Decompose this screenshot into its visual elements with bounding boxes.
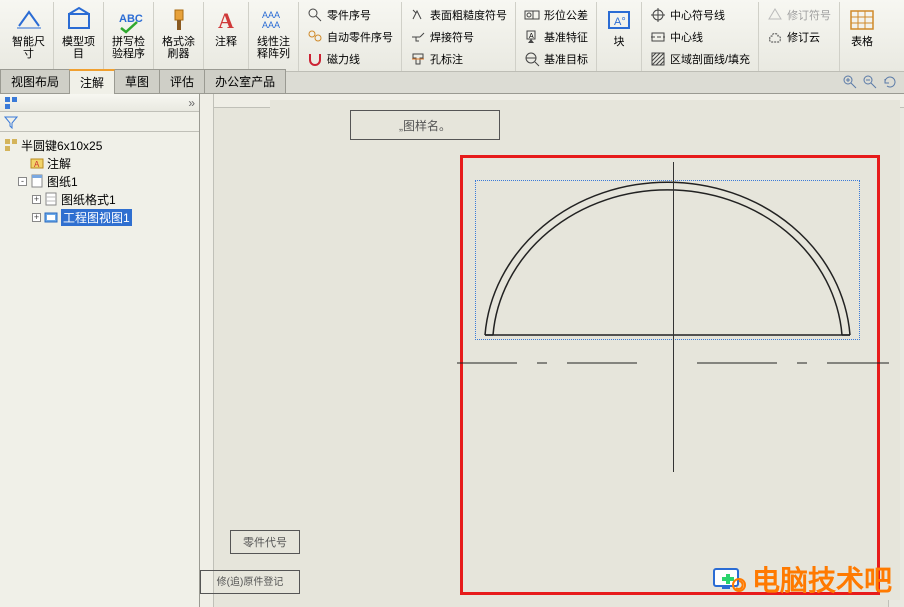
- revision-symbol-icon: [767, 7, 783, 23]
- magnet-icon: [307, 51, 323, 67]
- datum-icon: A: [524, 29, 540, 45]
- spell-check-icon: ABC: [115, 6, 143, 34]
- collapse-panel-icon[interactable]: »: [188, 96, 195, 110]
- svg-text:A°: A°: [614, 16, 626, 28]
- watermark-text: 电脑技术吧: [752, 559, 892, 599]
- expand-icon[interactable]: +: [32, 213, 41, 222]
- datum-feature-button[interactable]: A基准特征: [522, 27, 590, 47]
- centerline-button[interactable]: 中心线: [648, 27, 752, 47]
- main-area: » 半圆键6x10x25 A 注解 - 图纸1 + 图纸格式1: [0, 94, 904, 607]
- horizontal-centerline: [457, 362, 889, 364]
- svg-text:A: A: [34, 160, 40, 169]
- filter-icon: [4, 115, 18, 129]
- drawing-canvas[interactable]: „图样名。 零件代号 修(追)原件登记: [200, 94, 904, 607]
- auto-balloon-icon: [307, 29, 323, 45]
- tree-sheet1[interactable]: - 图纸1: [2, 172, 197, 190]
- surface-finish-button[interactable]: 表面粗糙度符号: [408, 5, 509, 25]
- refresh-icon[interactable]: [882, 74, 898, 90]
- revision-cloud-icon: [767, 29, 783, 45]
- svg-text:ABC: ABC: [119, 13, 143, 25]
- block-button[interactable]: A° 块: [601, 4, 637, 50]
- tree-drawing-view1[interactable]: + 工程图视图1: [2, 208, 197, 226]
- ribbon: 智能尺 寸 模型项 目 ABC 拼写检 验程序 格式涂 刷器 A 注释 AAAA…: [0, 0, 904, 72]
- format-painter-button[interactable]: 格式涂 刷器: [158, 4, 199, 62]
- zoom-in-icon[interactable]: [842, 74, 858, 90]
- zoom-out-icon[interactable]: [862, 74, 878, 90]
- table-button[interactable]: 表格: [844, 4, 880, 50]
- note-button[interactable]: A 注释: [208, 4, 244, 50]
- tab-office-products[interactable]: 办公室产品: [204, 69, 286, 93]
- dimension-icon: [15, 6, 43, 34]
- pattern-icon: AAAAAA: [260, 6, 288, 34]
- revision-cloud-button[interactable]: 修订云: [765, 27, 833, 47]
- partno-block: 零件代号: [230, 530, 300, 554]
- vertical-ruler: [200, 94, 214, 607]
- surface-finish-icon: [410, 7, 426, 23]
- magnetic-line-button[interactable]: 磁力线: [305, 49, 395, 69]
- paintbrush-icon: [165, 6, 193, 34]
- area-hatch-button[interactable]: 区域剖面线/填充: [648, 49, 752, 69]
- collapse-icon[interactable]: -: [18, 177, 27, 186]
- geometric-tolerance-button[interactable]: 形位公差: [522, 5, 590, 25]
- hole-callout-button[interactable]: 孔标注: [408, 49, 509, 69]
- rev-block: 修(追)原件登记: [200, 570, 300, 594]
- drawing-doc-icon: [4, 138, 18, 152]
- balloon-icon: [307, 7, 323, 23]
- table-icon: [848, 6, 876, 34]
- model-items-button[interactable]: 模型项 目: [58, 4, 99, 62]
- watermark: 电脑技术吧: [712, 559, 892, 599]
- tree-annotations[interactable]: A 注解: [2, 154, 197, 172]
- drawing-view-icon: [44, 210, 58, 224]
- center-mark-button[interactable]: 中心符号线: [648, 5, 752, 25]
- watermark-logo-icon: [712, 565, 746, 593]
- drawing-sheet: „图样名。 零件代号 修(追)原件登记: [270, 100, 900, 600]
- tree-root[interactable]: 半圆键6x10x25: [2, 136, 197, 154]
- svg-text:A: A: [218, 8, 234, 33]
- panel-header: »: [0, 94, 199, 112]
- centerline-icon: [650, 29, 666, 45]
- svg-text:AAA: AAA: [262, 10, 280, 20]
- title-block: „图样名。: [350, 110, 500, 140]
- feature-manager-panel: » 半圆键6x10x25 A 注解 - 图纸1 + 图纸格式1: [0, 94, 200, 607]
- tab-view-layout[interactable]: 视图布局: [0, 69, 70, 93]
- balloon-button[interactable]: 零件序号: [305, 5, 395, 25]
- weld-symbol-button[interactable]: 焊接符号: [408, 27, 509, 47]
- tab-annotation[interactable]: 注解: [69, 69, 115, 94]
- spell-check-button[interactable]: ABC 拼写检 验程序: [108, 4, 149, 62]
- tab-evaluate[interactable]: 评估: [159, 69, 205, 93]
- block-icon: A°: [605, 6, 633, 34]
- center-mark-icon: [650, 7, 666, 23]
- svg-text:AAA: AAA: [262, 20, 280, 30]
- hatch-icon: [650, 51, 666, 67]
- sheet-icon: [30, 174, 44, 188]
- highlight-box: [460, 155, 880, 595]
- command-tab-bar: 视图布局 注解 草图 评估 办公室产品: [0, 72, 904, 94]
- hole-icon: [410, 51, 426, 67]
- tab-sketch[interactable]: 草图: [114, 69, 160, 93]
- note-icon: A: [212, 6, 240, 34]
- filter-row[interactable]: [0, 112, 199, 132]
- vertical-centerline: [673, 162, 674, 472]
- weld-icon: [410, 29, 426, 45]
- feature-tree: 半圆键6x10x25 A 注解 - 图纸1 + 图纸格式1 + 工程图视图1: [0, 132, 199, 607]
- revision-symbol-button: 修订符号: [765, 5, 833, 25]
- smart-dimension-button[interactable]: 智能尺 寸: [8, 4, 49, 62]
- tree-sheet-format1[interactable]: + 图纸格式1: [2, 190, 197, 208]
- sheet-format-icon: [44, 192, 58, 206]
- auto-balloon-button[interactable]: 自动零件序号: [305, 27, 395, 47]
- datum-target-icon: [524, 51, 540, 67]
- linear-note-pattern-button[interactable]: AAAAAA 线性注 释阵列: [253, 4, 294, 62]
- gtol-icon: [524, 7, 540, 23]
- half-round-key-geometry: [475, 180, 860, 340]
- datum-target-button[interactable]: 基准目标: [522, 49, 590, 69]
- model-items-icon: [65, 6, 93, 34]
- feature-tree-icon[interactable]: [4, 96, 18, 110]
- svg-text:A: A: [529, 33, 534, 40]
- annotation-folder-icon: A: [30, 156, 44, 170]
- expand-icon[interactable]: +: [32, 195, 41, 204]
